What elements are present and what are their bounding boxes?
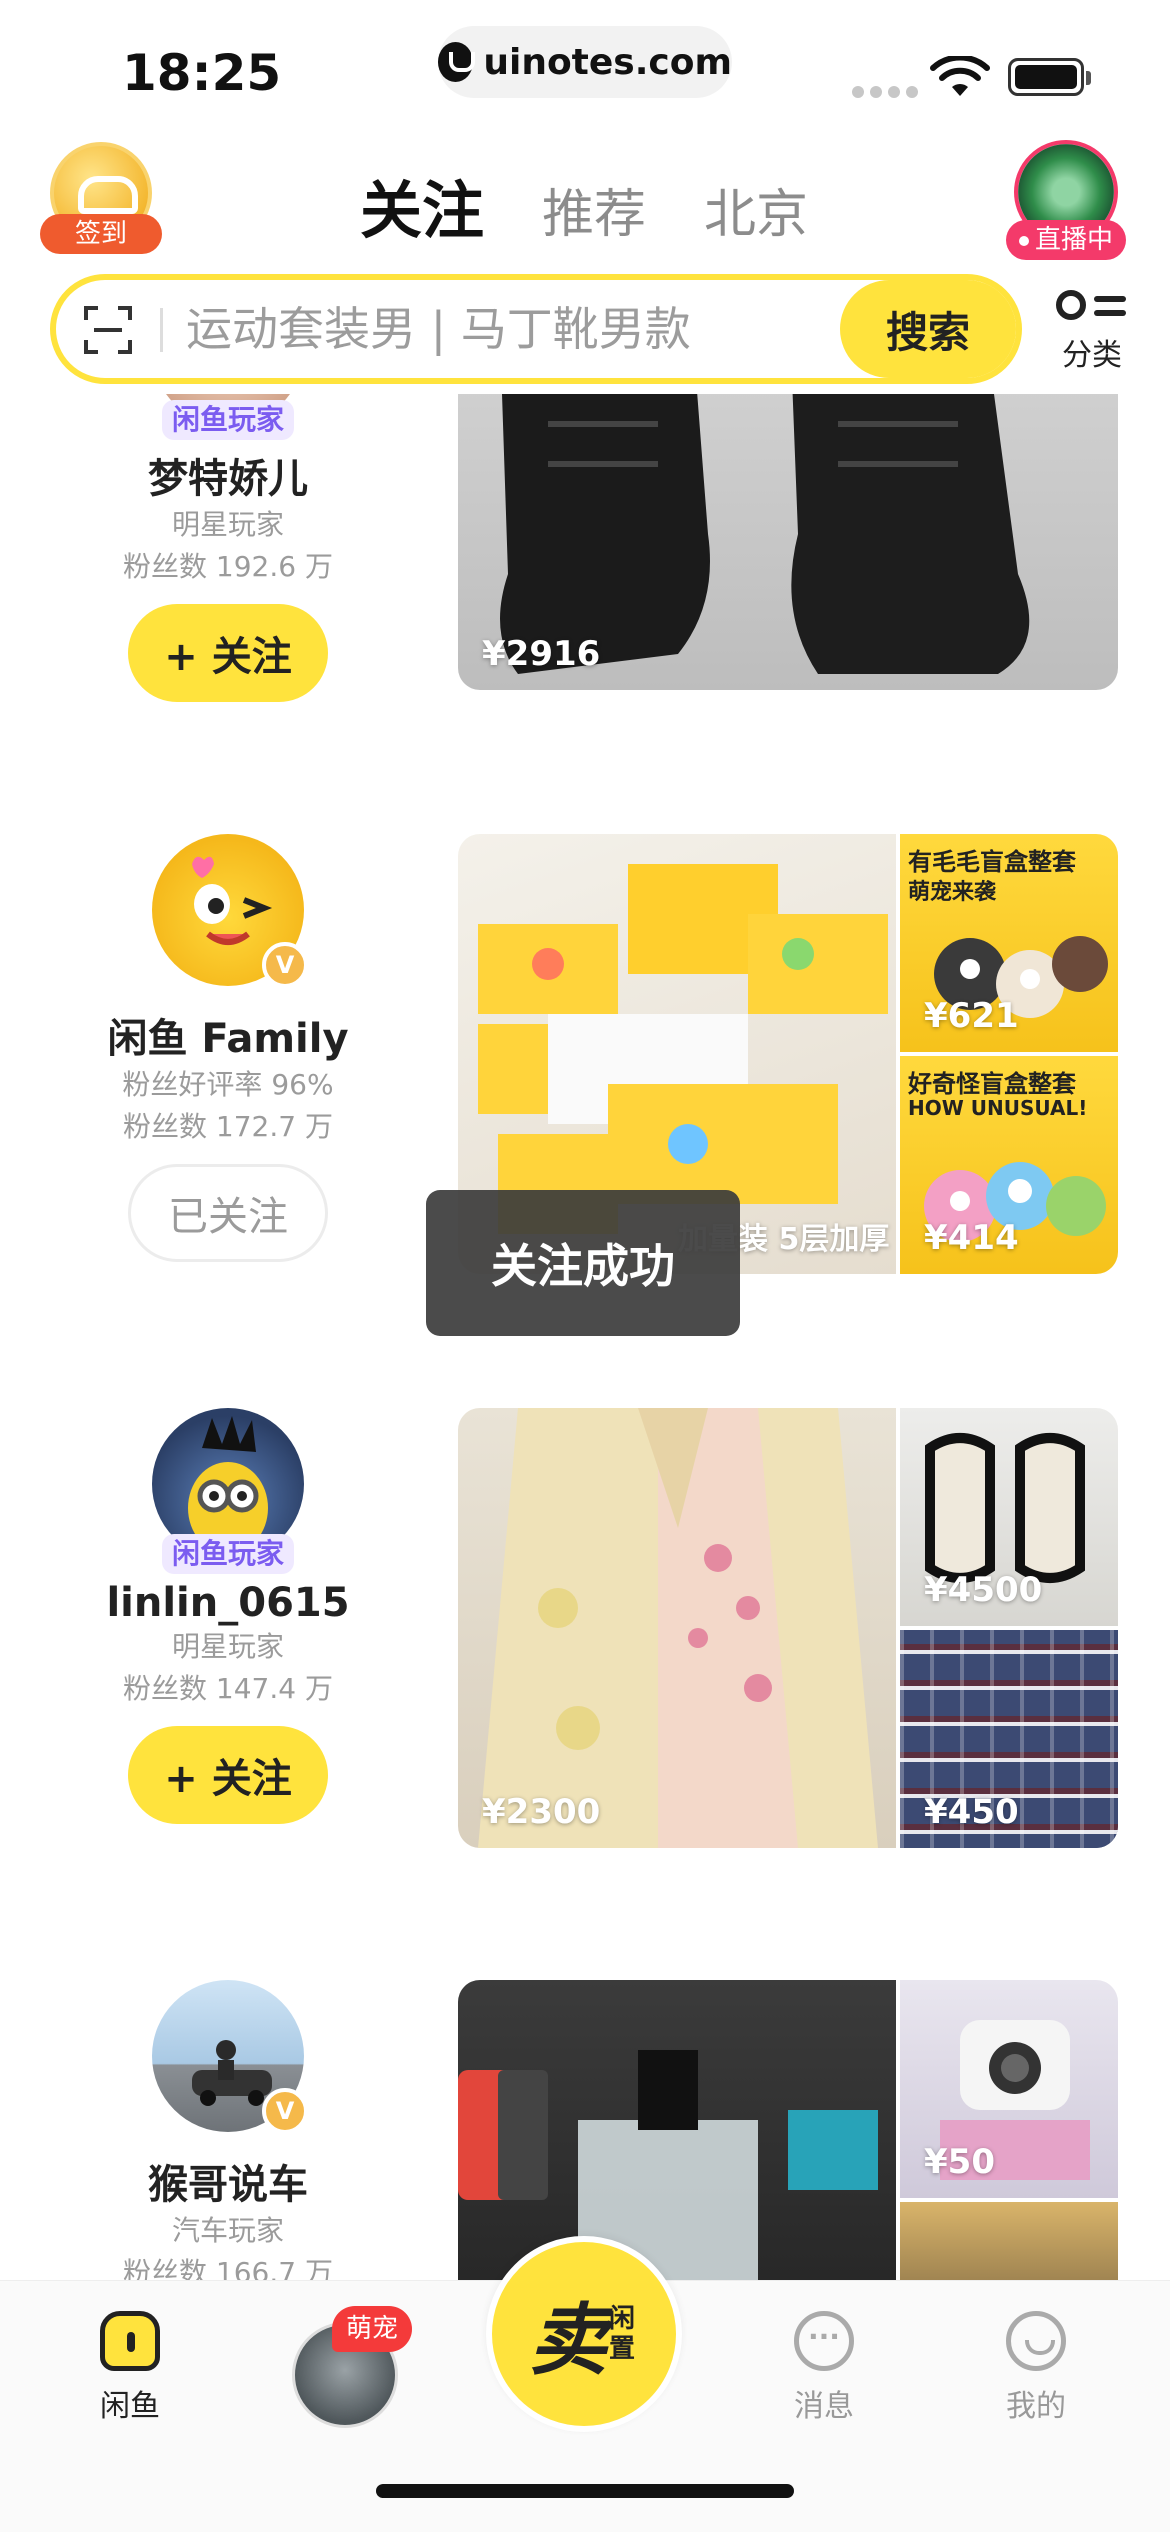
sell-sub-label: 闲置 (609, 2304, 636, 2364)
follower-count: 粉丝数 147.4 万 (123, 1672, 333, 1705)
tab-home[interactable]: 闲鱼 (60, 2311, 200, 2425)
user-info[interactable]: 闲鱼玩家 梦特娇儿 明星玩家 粉丝数 192.6 万 + 关注 (70, 394, 386, 702)
avatar: V (152, 1980, 308, 2134)
site-logo-icon (438, 42, 476, 82)
product-image[interactable] (458, 1980, 896, 2280)
user-name: linlin_0615 (106, 1580, 350, 1626)
tab-messages[interactable]: 消息 (754, 2311, 894, 2425)
user-name: 猴哥说车 (148, 2162, 308, 2208)
price-label: ¥621 (924, 996, 1019, 1036)
search-bar: 搜索 (50, 274, 1022, 384)
avatar: 闲鱼玩家 (152, 1408, 304, 1574)
player-tag: 闲鱼玩家 (162, 400, 294, 440)
user-info[interactable]: V 猴哥说车 汽车玩家 粉丝数 166.7 万 (70, 1980, 386, 2280)
search-button[interactable]: 搜索 (840, 280, 1016, 378)
product-image[interactable]: ¥450 (900, 1630, 1118, 1848)
category-label: 分类 (1062, 338, 1122, 373)
battery-icon (1008, 58, 1091, 96)
product-image[interactable]: ¥50 (900, 1980, 1118, 2198)
live-badge: 直播中 (1006, 220, 1126, 260)
price-label: ¥414 (924, 1218, 1019, 1258)
top-tabs: 关注 推荐 北京 (360, 160, 808, 250)
product-image[interactable]: ¥2300 (458, 1408, 896, 1848)
live-button[interactable]: 直播中 (1006, 140, 1126, 260)
verified-icon: V (262, 2088, 308, 2134)
product-grid: ¥50 (458, 1980, 1118, 2280)
home-indicator (376, 2484, 794, 2498)
product-image[interactable]: ¥4500 (900, 1408, 1118, 1626)
positive-rate: 粉丝好评率 96% (122, 1068, 334, 1101)
user-info[interactable]: V 闲鱼 Family 粉丝好评率 96% 粉丝数 172.7 万 已关注 (70, 834, 386, 1262)
price-label: ¥50 (924, 2142, 995, 2182)
tab-me[interactable]: 我的 (966, 2311, 1106, 2425)
tab-messages-label: 消息 (794, 2389, 854, 2424)
price-label: ¥2300 (482, 1792, 601, 1832)
category-icon (1050, 282, 1134, 330)
status-time: 18:25 (122, 44, 282, 102)
product-image[interactable] (900, 2202, 1118, 2280)
sell-button[interactable]: 卖 闲置 (486, 2236, 682, 2432)
message-icon (794, 2311, 854, 2371)
url-text: uinotes.com (483, 41, 732, 83)
wifi-icon (930, 56, 990, 96)
tab-me-label: 我的 (1006, 2389, 1066, 2424)
avatar: 闲鱼玩家 (152, 394, 304, 440)
player-tag: 闲鱼玩家 (162, 1534, 294, 1574)
avatar: V (152, 834, 308, 988)
price-label: ¥450 (924, 1792, 1019, 1832)
status-bar: 18:25 uinotes.com (0, 0, 1170, 120)
user-role: 明星玩家 (171, 508, 284, 541)
product-grid: ¥2916 (458, 394, 1118, 690)
toast-message: 关注成功 (426, 1190, 740, 1336)
follower-count: 粉丝数 172.7 万 (123, 1110, 333, 1143)
price-label: ¥2916 (482, 634, 601, 674)
followed-button[interactable]: 已关注 (128, 1164, 328, 1262)
checkin-button[interactable]: 签到 (40, 142, 162, 254)
product-image[interactable]: ¥2916 (458, 394, 1118, 690)
follow-button[interactable]: + 关注 (128, 604, 328, 702)
tab-home-label: 闲鱼 (100, 2389, 160, 2424)
search-divider (160, 308, 163, 352)
smile-icon (1006, 2311, 1066, 2371)
price-label: ¥4500 (924, 1570, 1043, 1610)
signal-icon (852, 86, 918, 98)
url-pill[interactable]: uinotes.com (438, 26, 732, 98)
items-image (458, 2050, 878, 2280)
category-button[interactable]: 分类 (1050, 282, 1134, 378)
verified-icon: V (262, 942, 308, 988)
user-info[interactable]: 闲鱼玩家 linlin_0615 明星玩家 粉丝数 147.4 万 + 关注 (70, 1408, 386, 1824)
product-image[interactable]: 好奇怪盲盒整套 HOW UNUSUAL! ¥414 (900, 1056, 1118, 1274)
search-input[interactable] (186, 296, 826, 362)
shirt-image (478, 1408, 878, 1848)
user-role: 汽车玩家 (171, 2214, 284, 2247)
tab-following[interactable]: 关注 (360, 160, 484, 250)
follower-count: 粉丝数 192.6 万 (123, 550, 333, 583)
user-role: 明星玩家 (171, 1630, 284, 1663)
product-image[interactable]: 有毛毛盲盒整套 萌宠来袭 ¥621 (900, 834, 1118, 1052)
product-grid: ¥2300 ¥4500 ¥450 (458, 1408, 1118, 1848)
pet-badge: 萌宠 (332, 2306, 413, 2352)
live-label: 直播中 (1034, 225, 1113, 255)
user-name: 梦特娇儿 (148, 456, 308, 502)
live-dot-icon (1018, 235, 1029, 246)
tab-recommend[interactable]: 推荐 (542, 172, 646, 247)
sell-label: 卖 (528, 2296, 607, 2386)
home-icon (100, 2311, 160, 2371)
tab-beijing[interactable]: 北京 (704, 172, 808, 247)
checkin-label: 签到 (40, 214, 162, 254)
user-name: 闲鱼 Family (107, 1016, 349, 1062)
scan-icon[interactable] (84, 306, 132, 354)
follow-button[interactable]: + 关注 (128, 1726, 328, 1824)
following-feed[interactable]: 闲鱼玩家 梦特娇儿 明星玩家 粉丝数 192.6 万 + 关注 ¥2916 V … (0, 394, 1170, 2280)
follower-count: 粉丝数 166.7 万 (123, 2256, 333, 2280)
